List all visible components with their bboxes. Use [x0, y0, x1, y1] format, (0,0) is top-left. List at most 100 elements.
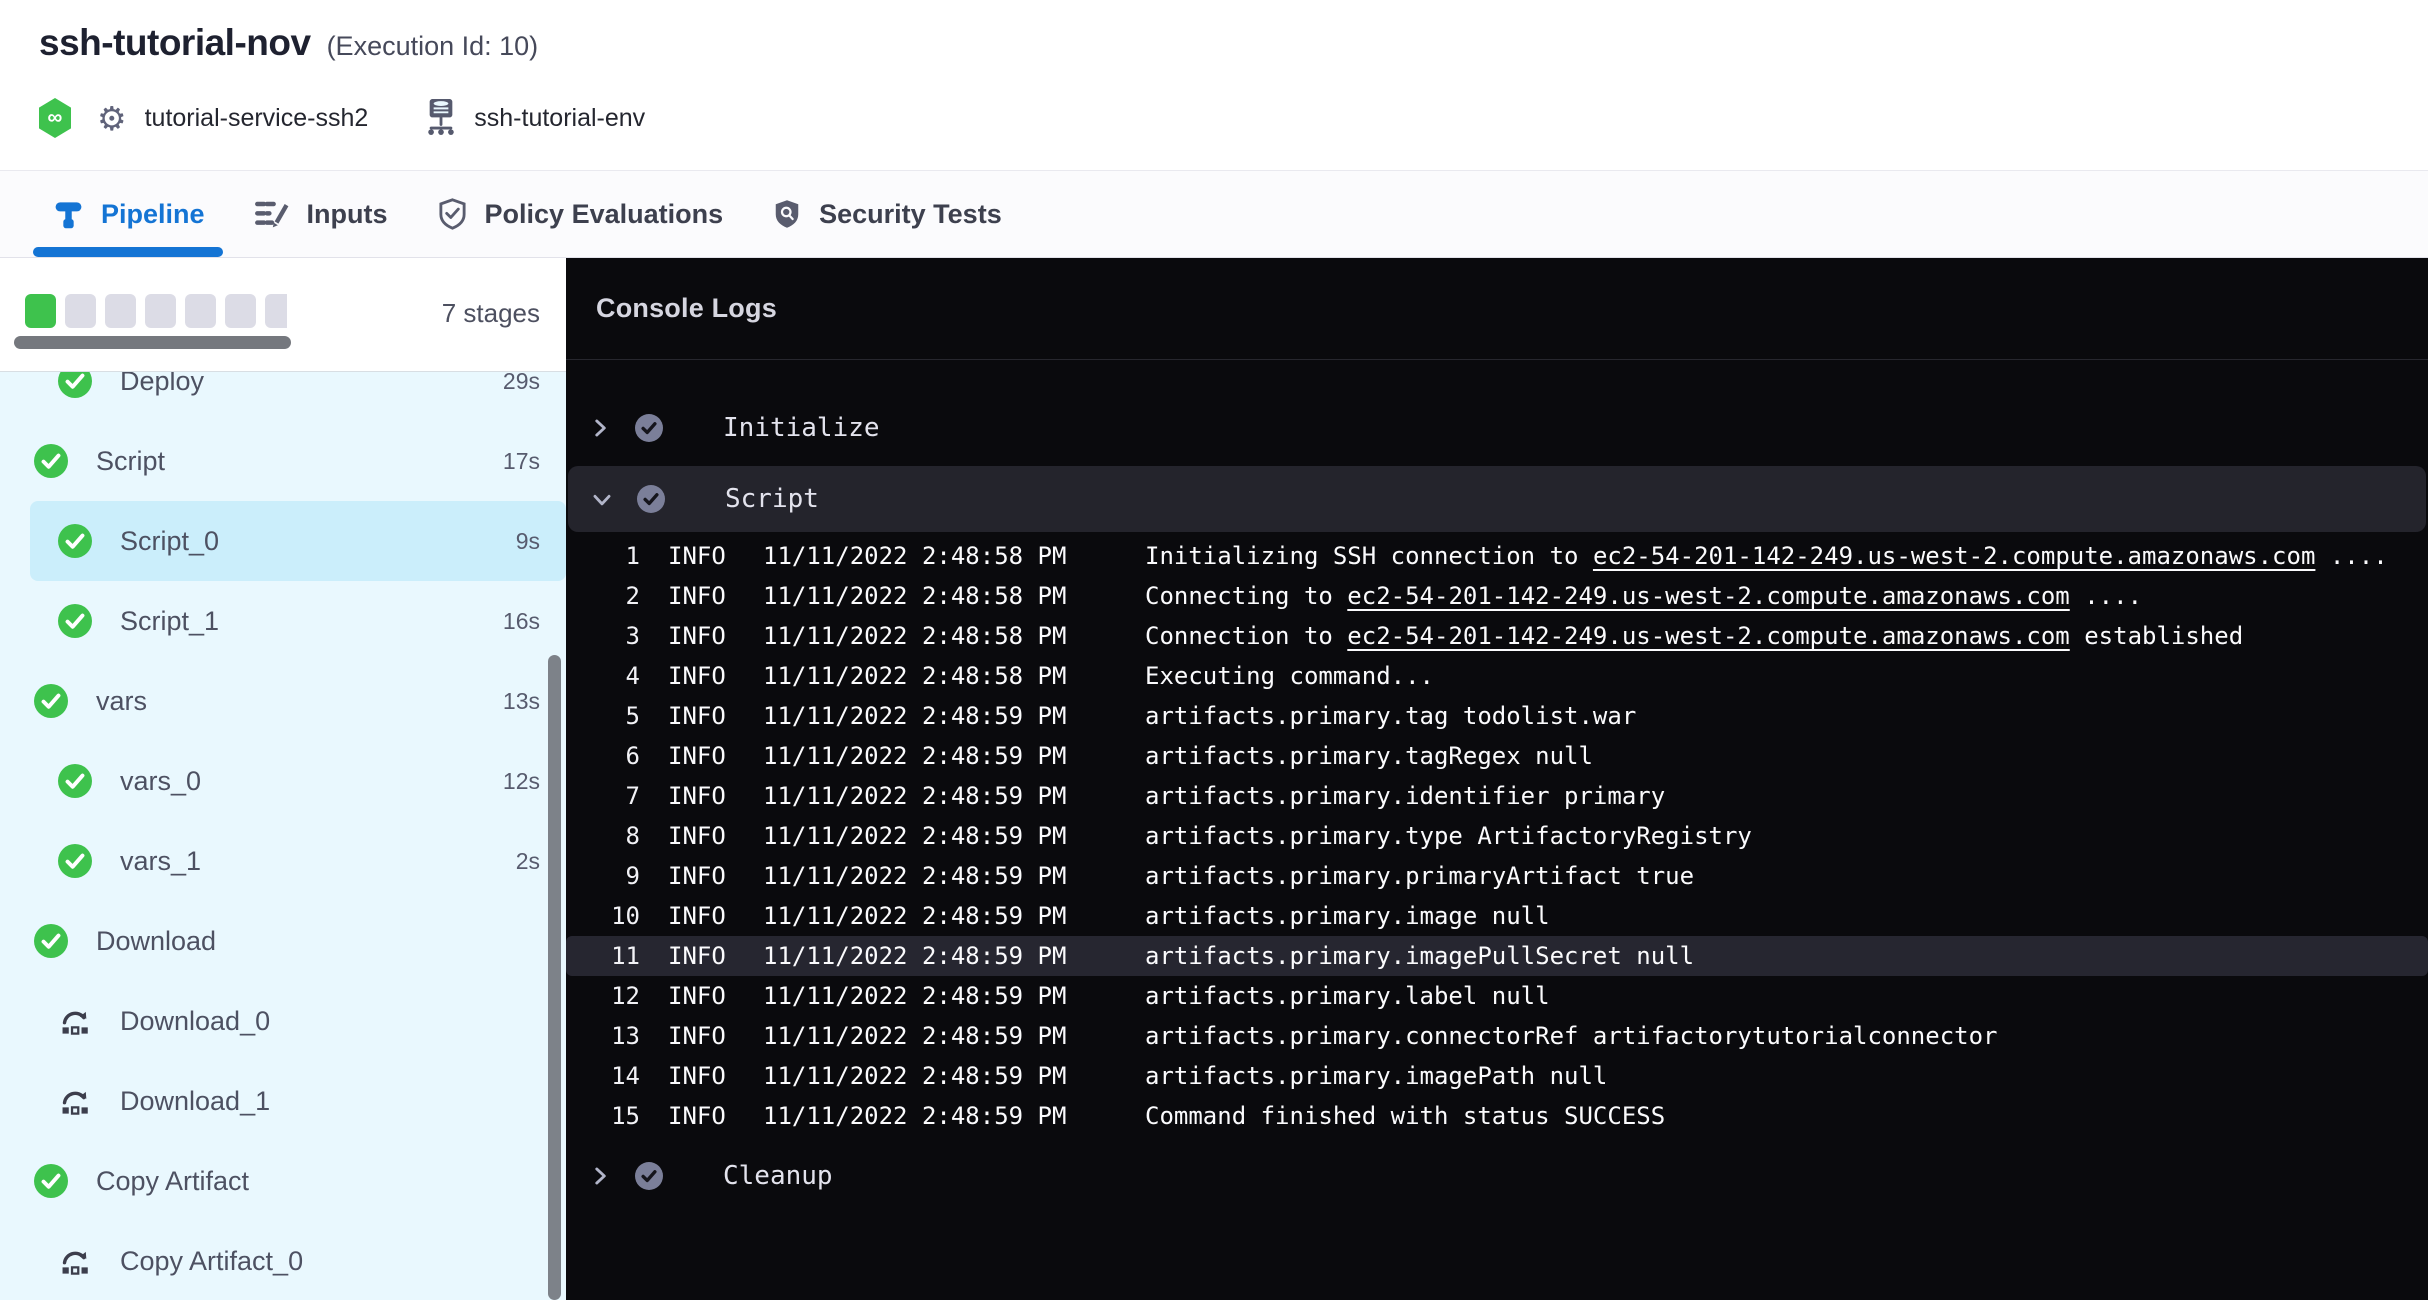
- stage-label: Script: [96, 446, 165, 477]
- log-timestamp: 11/11/2022 2:48:58 PM: [763, 582, 1067, 610]
- stage-row-download_1[interactable]: Download_1: [0, 1061, 566, 1141]
- stage-label: Deploy: [120, 372, 204, 397]
- stage-row-vars_1[interactable]: vars_12s: [0, 821, 566, 901]
- stage-segment-2: [65, 294, 96, 328]
- success-check-icon: [34, 924, 68, 958]
- log-level: INFO: [668, 782, 726, 810]
- log-section-cleanup[interactable]: Cleanup: [566, 1146, 2428, 1206]
- stage-segment-6: [225, 294, 256, 328]
- log-message: Executing command...: [1145, 662, 1434, 690]
- stage-row-vars_0[interactable]: vars_012s: [0, 741, 566, 821]
- stage-row-copy-artifact[interactable]: Copy Artifact: [0, 1141, 566, 1221]
- log-level: INFO: [668, 1102, 726, 1130]
- log-line-11: 11INFO11/11/2022 2:48:59 PMartifacts.pri…: [566, 936, 2428, 976]
- stage-row-background: [30, 372, 566, 421]
- log-section-initialize[interactable]: Initialize: [566, 396, 2428, 460]
- stage-row-copy-artifact_0[interactable]: Copy Artifact_0: [0, 1221, 566, 1300]
- hostname-link[interactable]: ec2-54-201-142-249.us-west-2.compute.ama…: [1593, 542, 2315, 570]
- log-line-13: 13INFO11/11/2022 2:48:59 PMartifacts.pri…: [566, 1016, 2428, 1056]
- console-body: Initialize Script 1 INFO 11/11/2022 2:48:58 …: [566, 360, 2428, 1206]
- log-line-8: 8INFO11/11/2022 2:48:59 PMartifacts.prim…: [566, 816, 2428, 856]
- stage-row-background: [30, 581, 566, 661]
- log-message: artifacts.primary.imagePath null: [1145, 1062, 1607, 1090]
- log-message: artifacts.primary.type ArtifactoryRegist…: [1145, 822, 1752, 850]
- active-tab-underline: [33, 247, 223, 257]
- stage-row-background: [30, 821, 566, 901]
- log-level: INFO: [668, 982, 726, 1010]
- tab-inputs[interactable]: Inputs: [254, 171, 388, 257]
- stage-segment-1: [25, 294, 56, 328]
- execution-header: ssh-tutorial-nov (Execution Id: 10) ∞ ⚙ …: [0, 0, 2428, 170]
- tab-policy-evaluations[interactable]: Policy Evaluations: [437, 171, 724, 257]
- log-line-number: 4: [566, 662, 640, 690]
- log-message: artifacts.primary.label null: [1145, 982, 1550, 1010]
- chevron-down-icon: [587, 484, 617, 514]
- inputs-icon: [254, 198, 290, 230]
- log-line-3: 3INFO11/11/2022 2:48:58 PMConnection to …: [566, 616, 2428, 656]
- hostname-link[interactable]: ec2-54-201-142-249.us-west-2.compute.ama…: [1347, 622, 2069, 650]
- step-success-icon: [637, 485, 665, 513]
- stage-row-script_0[interactable]: Script_09s: [0, 501, 566, 581]
- stage-row-vars[interactable]: vars13s: [0, 661, 566, 741]
- stage-row-deploy[interactable]: Deploy29s: [0, 372, 566, 421]
- stage-row-download[interactable]: Download: [0, 901, 566, 981]
- log-section-script[interactable]: Script: [568, 466, 2426, 532]
- log-line-number: 2: [566, 582, 640, 610]
- log-timestamp: 11/11/2022 2:48:59 PM: [763, 862, 1067, 890]
- log-level: INFO: [668, 662, 726, 690]
- section-name: Script: [725, 484, 819, 514]
- loop-strategy-icon: [58, 1004, 92, 1038]
- environment-icon: [424, 96, 458, 141]
- success-check-icon: [34, 444, 68, 478]
- policy-icon: [437, 197, 468, 231]
- log-message: artifacts.primary.identifier primary: [1145, 782, 1665, 810]
- log-level: INFO: [668, 582, 726, 610]
- stage-row-script_1[interactable]: Script_116s: [0, 581, 566, 661]
- stage-step-list: Deploy29sScript17sScript_09sScript_116sv…: [0, 372, 566, 1300]
- environment-name[interactable]: ssh-tutorial-env: [474, 104, 645, 133]
- stages-count-label: 7 stages: [442, 298, 540, 329]
- chevron-right-icon: [585, 1161, 615, 1191]
- log-message: artifacts.primary.image null: [1145, 902, 1550, 930]
- stage-row-script[interactable]: Script17s: [0, 421, 566, 501]
- success-check-icon: [58, 604, 92, 638]
- pipeline-execution-screen: ssh-tutorial-nov (Execution Id: 10) ∞ ⚙ …: [0, 0, 2428, 1300]
- pipeline-icon: [53, 197, 84, 231]
- log-timestamp: 11/11/2022 2:48:59 PM: [763, 1062, 1067, 1090]
- stage-label: Script_1: [120, 606, 219, 637]
- log-timestamp: 11/11/2022 2:48:58 PM: [763, 542, 1067, 570]
- log-line-7: 7INFO11/11/2022 2:48:59 PMartifacts.prim…: [566, 776, 2428, 816]
- stage-segment-3: [105, 294, 136, 328]
- sidebar-vertical-scrollbar[interactable]: [548, 655, 561, 1300]
- service-gear-icon: ⚙: [97, 102, 127, 135]
- log-timestamp: 11/11/2022 2:48:59 PM: [763, 822, 1067, 850]
- stage-label: vars_0: [120, 766, 201, 797]
- log-line-number: 15: [566, 1102, 640, 1130]
- log-level: INFO: [668, 702, 726, 730]
- log-timestamp: 11/11/2022 2:48:58 PM: [763, 622, 1067, 650]
- cd-hexagon-icon: ∞: [39, 98, 71, 138]
- stage-label: Download_1: [120, 1086, 270, 1117]
- execution-meta-row: ∞ ⚙ tutorial-service-ssh2 ssh-tutorial-e…: [39, 92, 645, 144]
- success-check-icon: [58, 764, 92, 798]
- log-line-15: 15INFO11/11/2022 2:48:59 PMCommand finis…: [566, 1096, 2428, 1136]
- log-line-6: 6INFO11/11/2022 2:48:59 PMartifacts.prim…: [566, 736, 2428, 776]
- stage-row-background: [30, 741, 566, 821]
- log-timestamp: 11/11/2022 2:48:59 PM: [763, 742, 1067, 770]
- stage-label: vars_1: [120, 846, 201, 877]
- tab-security-tests[interactable]: Security Tests: [772, 171, 1002, 257]
- log-message: artifacts.primary.primaryArtifact true: [1145, 862, 1694, 890]
- stage-row-download_0[interactable]: Download_0: [0, 981, 566, 1061]
- log-timestamp: 11/11/2022 2:48:59 PM: [763, 942, 1067, 970]
- title-row: ssh-tutorial-nov (Execution Id: 10): [39, 22, 538, 64]
- log-level: INFO: [668, 542, 726, 570]
- log-line-number: 1: [566, 542, 640, 570]
- service-name[interactable]: tutorial-service-ssh2: [145, 104, 369, 133]
- tab-pipeline[interactable]: Pipeline: [53, 171, 205, 257]
- stage-graph-horizontal-scrollbar[interactable]: [14, 336, 291, 349]
- hostname-link[interactable]: ec2-54-201-142-249.us-west-2.compute.ama…: [1347, 582, 2069, 610]
- log-level: INFO: [668, 902, 726, 930]
- log-line-number: 5: [566, 702, 640, 730]
- log-timestamp: 11/11/2022 2:48:59 PM: [763, 702, 1067, 730]
- log-level: INFO: [668, 862, 726, 890]
